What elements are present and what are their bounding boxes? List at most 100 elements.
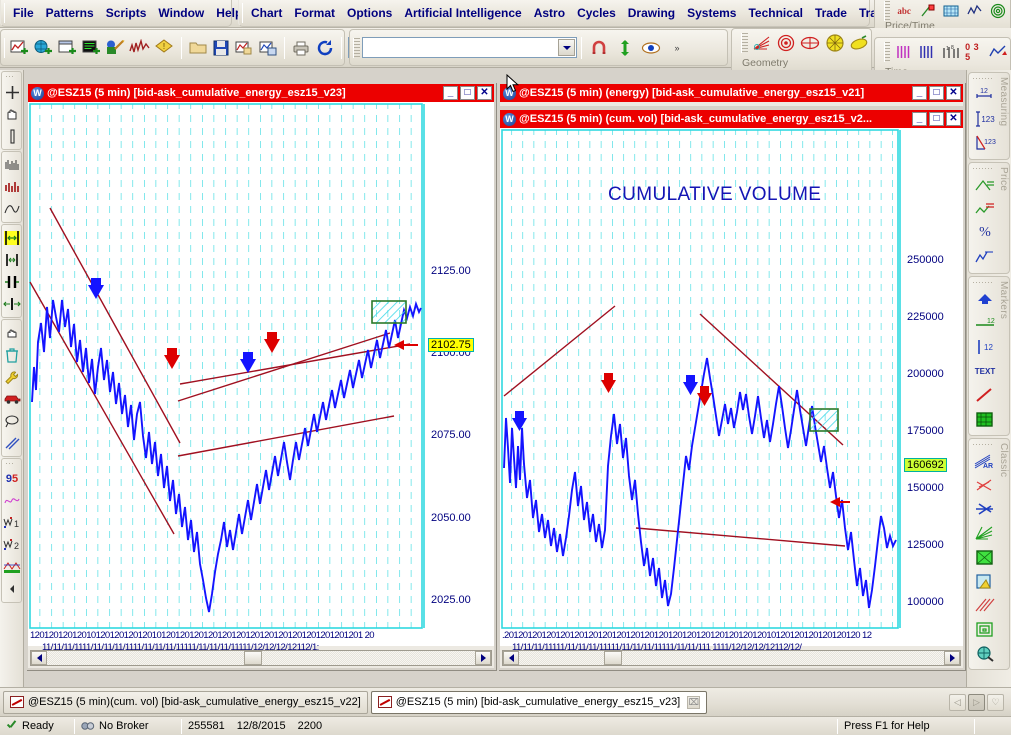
minimize-button[interactable]: _: [912, 86, 927, 100]
zigzag-icon[interactable]: [964, 0, 986, 23]
price-scroll-thumb[interactable]: [243, 651, 262, 665]
menu-patterns[interactable]: Patterns: [40, 3, 100, 24]
span-highlight-icon[interactable]: [2, 227, 22, 249]
ellipse-cross-icon[interactable]: [799, 31, 821, 55]
arrow-up-marker-icon[interactable]: [973, 287, 997, 311]
channel-icon[interactable]: [2, 556, 22, 578]
crosshair-icon[interactable]: [2, 81, 22, 103]
vertical-level-icon[interactable]: 12: [973, 335, 997, 359]
price-level-icon[interactable]: [973, 197, 997, 221]
candles-icon[interactable]: [2, 176, 22, 198]
minimize-button[interactable]: _: [912, 112, 927, 126]
maximize-button[interactable]: □: [929, 86, 944, 100]
line-marker-icon[interactable]: [973, 383, 997, 407]
new-indicator-icon[interactable]: [128, 36, 152, 60]
span-icon[interactable]: [2, 249, 22, 271]
cumvol-scroll-track[interactable]: [519, 651, 944, 665]
menu-window[interactable]: Window: [152, 3, 210, 24]
measure-angle-icon[interactable]: 123: [973, 131, 997, 155]
open-folder-icon[interactable]: [187, 36, 209, 60]
menu-technical[interactable]: Technical: [742, 3, 808, 24]
chart-window-energy[interactable]: W @ESZ15 (5 min) (energy) [bid-ask_cumul…: [498, 82, 965, 108]
close-button[interactable]: ✕: [946, 112, 961, 126]
new-alert-icon[interactable]: !: [154, 36, 176, 60]
measure-span-icon[interactable]: 12: [973, 83, 997, 107]
car-icon[interactable]: [2, 388, 22, 410]
menu-scripts[interactable]: Scripts: [100, 3, 153, 24]
speed-fan-icon[interactable]: [973, 521, 997, 545]
measuring-grip-icon[interactable]: [973, 76, 993, 81]
bar-expand-icon[interactable]: [2, 293, 22, 315]
cumvol-scroll-left-button[interactable]: [503, 651, 519, 665]
w1-icon[interactable]: 1: [2, 512, 22, 534]
price-scroll-track[interactable]: [47, 651, 475, 665]
collapse-icon[interactable]: [2, 578, 22, 600]
left-tools-grip-icon[interactable]: [6, 74, 15, 79]
refresh-icon[interactable]: [314, 36, 336, 60]
new-drawing-icon[interactable]: [104, 36, 126, 60]
symbol-chevron-down-icon[interactable]: [558, 39, 575, 56]
trend-flag-icon[interactable]: [988, 40, 1009, 64]
cumvol-chart-area[interactable]: CUMULATIVE VOLUME 250000 225000 200000 1…: [500, 128, 963, 646]
wrench-icon[interactable]: [2, 366, 22, 388]
menu-file[interactable]: File: [7, 3, 40, 24]
new-globe-chart-icon[interactable]: [32, 36, 54, 60]
taskbar-item-price[interactable]: @ESZ15 (5 min) [bid-ask_cumulative_energ…: [370, 690, 708, 714]
status-resize-grip[interactable]: [975, 717, 1011, 735]
menu-chart[interactable]: Chart: [245, 3, 288, 24]
grid-green-icon[interactable]: [973, 545, 997, 569]
arc-icon[interactable]: [848, 31, 870, 55]
save-workspace-icon[interactable]: [233, 36, 255, 60]
menu-grip2-icon[interactable]: [242, 3, 243, 23]
bars-equal-icon[interactable]: [893, 40, 914, 64]
menu-artificial-intelligence[interactable]: Artificial Intelligence: [398, 3, 527, 24]
digits-95-icon[interactable]: 95: [2, 468, 22, 490]
save-icon[interactable]: [211, 36, 231, 60]
trash-icon[interactable]: [2, 344, 22, 366]
cross-lines-icon[interactable]: [973, 473, 997, 497]
geometry-grip-icon[interactable]: [741, 33, 748, 53]
taskbar-restore-button[interactable]: ♡: [987, 693, 1004, 711]
minimize-button[interactable]: _: [443, 86, 458, 100]
number-035-icon[interactable]: 0 3 5: [964, 40, 985, 64]
taskbar-close-icon[interactable]: ⌧: [687, 695, 701, 709]
menu-options[interactable]: Options: [341, 3, 398, 24]
parallel-lines-icon[interactable]: [2, 432, 22, 454]
maximize-button[interactable]: □: [460, 86, 475, 100]
menu-systems[interactable]: Systems: [681, 3, 742, 24]
target-circle-icon[interactable]: [775, 31, 797, 55]
gann-fan-icon[interactable]: [751, 31, 773, 55]
new-chart-icon[interactable]: [8, 36, 30, 60]
parallel-red-icon[interactable]: [973, 593, 997, 617]
price-chart-area[interactable]: 2125.00 2100.00 2075.00 2050.00 2025.00 …: [28, 102, 494, 646]
curve-icon[interactable]: [2, 198, 22, 220]
chart-window-energy-titlebar[interactable]: W @ESZ15 (5 min) (energy) [bid-ask_cumul…: [500, 84, 963, 102]
bar-chart-icon[interactable]: [2, 154, 22, 176]
symbol-input[interactable]: [362, 37, 577, 58]
w2-icon[interactable]: 2: [2, 534, 22, 556]
spiral-icon[interactable]: [987, 0, 1009, 23]
grid-marker-icon[interactable]: [973, 407, 997, 431]
print-icon[interactable]: [290, 36, 312, 60]
menu-astro[interactable]: Astro: [528, 3, 571, 24]
main-toolbar-grip-icon[interactable]: [4, 37, 5, 58]
new-window-icon[interactable]: [56, 36, 78, 60]
markers-grip-icon[interactable]: [973, 280, 993, 285]
symbol-toolbar-grip-icon[interactable]: [353, 37, 360, 58]
abc-text-icon[interactable]: abc: [893, 0, 915, 23]
expand-chevrons-icon[interactable]: »: [665, 36, 689, 60]
angle-box-icon[interactable]: [917, 0, 939, 23]
price-hscrollbar[interactable]: [30, 650, 492, 666]
classic-grip-icon[interactable]: [973, 442, 993, 447]
price-time-grip-icon[interactable]: [884, 0, 891, 21]
cumvol-scroll-thumb[interactable]: [604, 651, 622, 665]
price-grip-icon[interactable]: [973, 166, 993, 171]
lasso-icon[interactable]: [2, 410, 22, 432]
cumvol-scroll-right-button[interactable]: [944, 651, 960, 665]
save-chart-icon[interactable]: [257, 36, 279, 60]
measure-vert-icon[interactable]: 123: [973, 107, 997, 131]
menu-grip-icon[interactable]: [4, 3, 5, 23]
chart-window-cumvol-titlebar[interactable]: W @ESZ15 (5 min) (cum. vol) [bid-ask_cum…: [500, 110, 963, 128]
price-up-icon[interactable]: [973, 173, 997, 197]
fan-icon[interactable]: [973, 497, 997, 521]
